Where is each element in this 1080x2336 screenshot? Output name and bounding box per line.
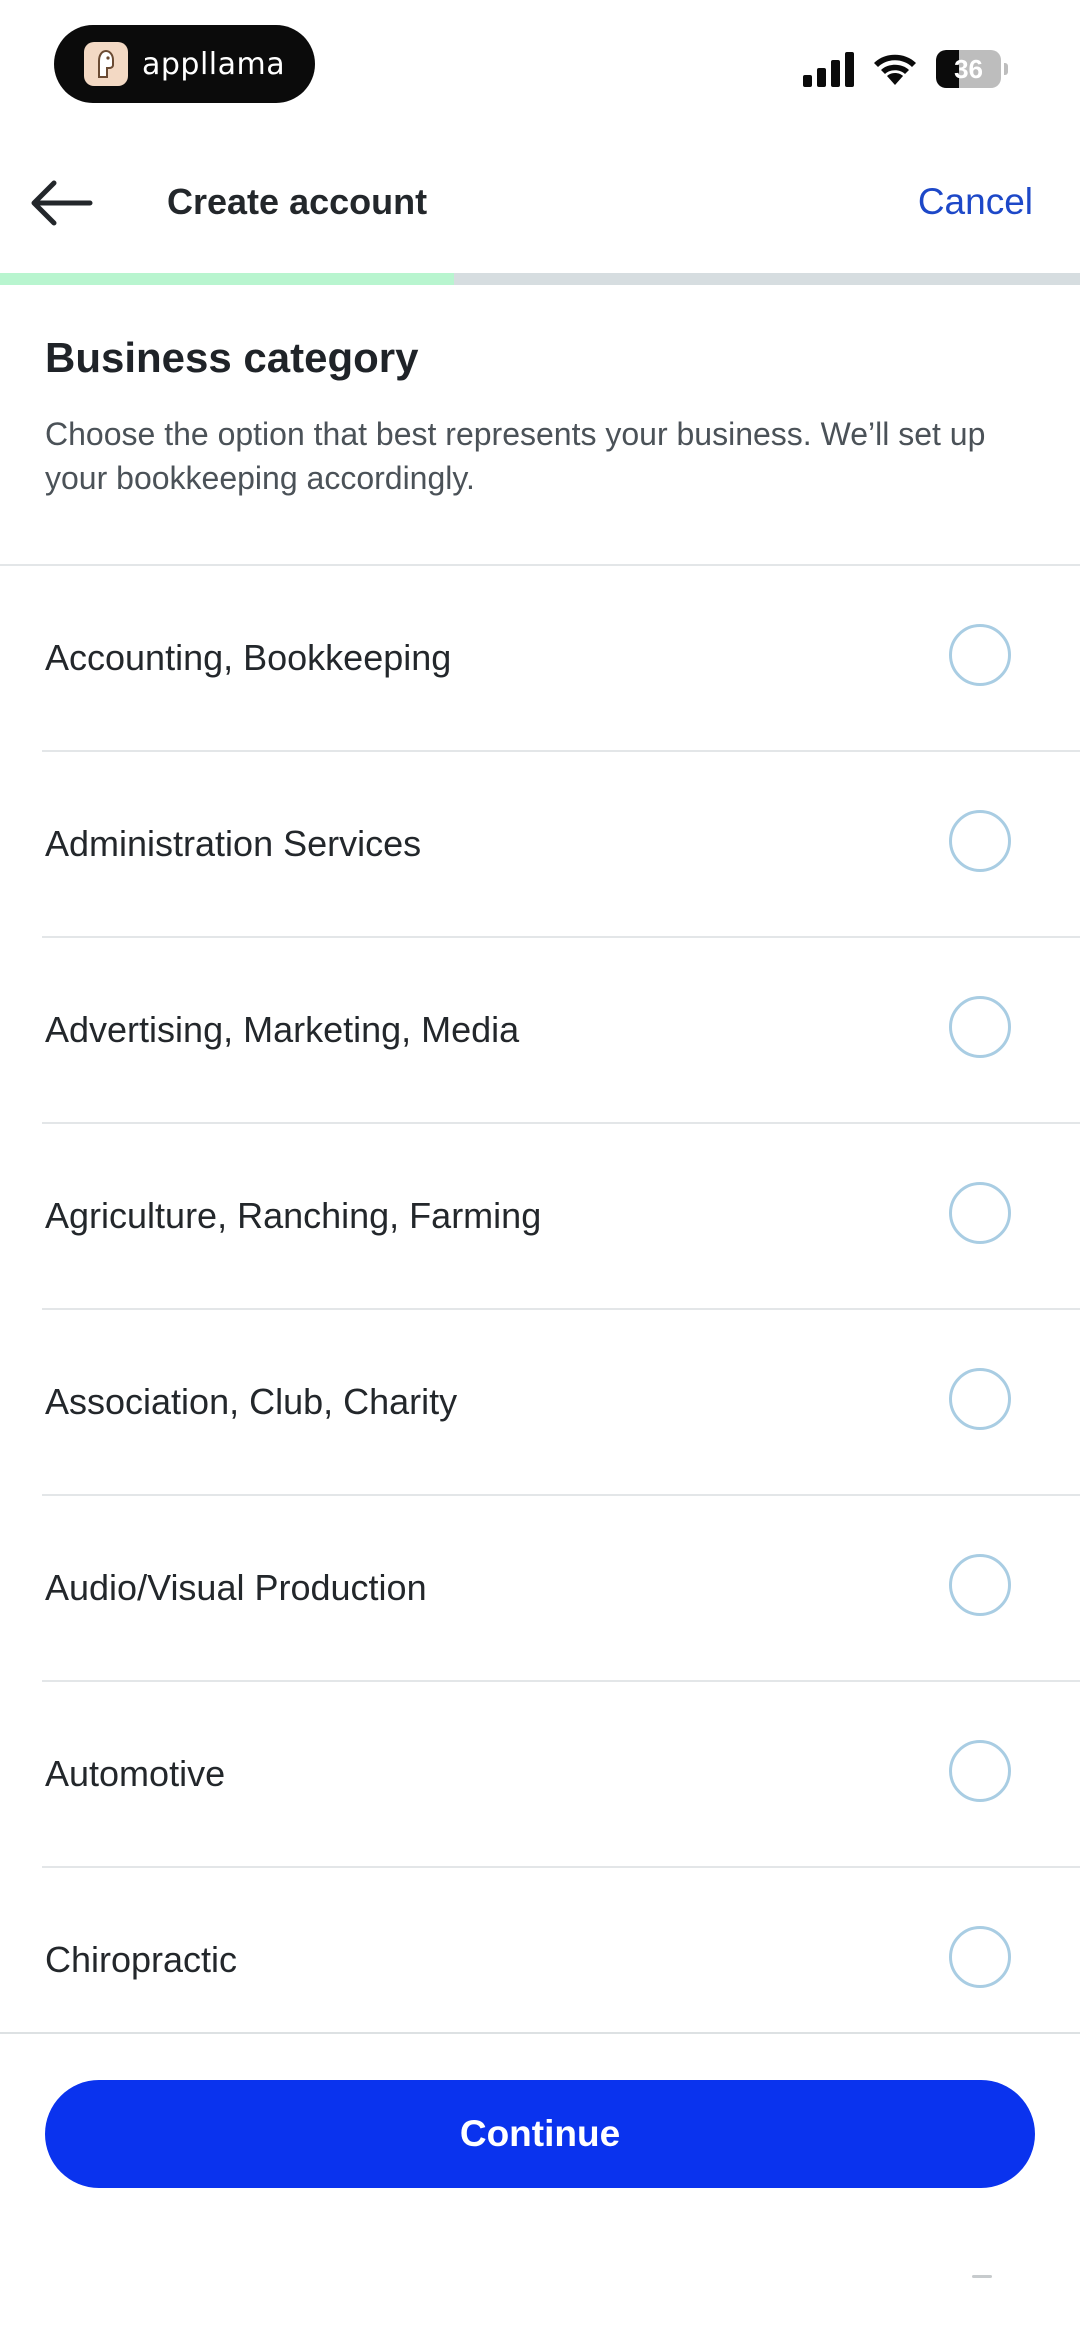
option-item[interactable]: Agriculture, Ranching, Farming (42, 1124, 1080, 1310)
radio-button[interactable] (949, 1368, 1011, 1430)
radio-button[interactable] (949, 1740, 1011, 1802)
option-label: Administration Services (45, 823, 422, 864)
option-item[interactable]: Advertising, Marketing, Media (42, 938, 1080, 1124)
business-category-list: Accounting, Bookkeeping Administration S… (0, 566, 1080, 2052)
battery-level: 36 (954, 53, 983, 84)
option-item[interactable]: Chiropractic (42, 1868, 1080, 2052)
top-nav-bar: Create account Cancel (0, 140, 1080, 276)
section-description: Choose the option that best represents y… (45, 416, 986, 496)
wifi-icon (874, 54, 916, 85)
option-item[interactable]: Audio/Visual Production (42, 1496, 1080, 1682)
option-item[interactable]: Association, Club, Charity (42, 1310, 1080, 1496)
option-item[interactable]: Administration Services (42, 752, 1080, 938)
option-item[interactable]: Automotive (42, 1682, 1080, 1868)
progress-fill (0, 273, 454, 285)
battery-icon: 36 (936, 50, 1008, 88)
arrow-left-icon (31, 180, 93, 226)
option-label: Audio/Visual Production (45, 1567, 427, 1608)
cellular-signal-icon (803, 51, 854, 87)
status-bar: appllama 36 (0, 0, 1080, 140)
radio-button[interactable] (949, 1926, 1011, 1988)
radio-button[interactable] (949, 810, 1011, 872)
option-label: Accounting, Bookkeeping (45, 637, 452, 678)
progress-bar (0, 273, 1080, 285)
radio-button[interactable] (949, 1182, 1011, 1244)
option-label: Agriculture, Ranching, Farming (45, 1195, 542, 1236)
option-item[interactable]: Accounting, Bookkeeping (42, 566, 1080, 752)
option-label: Advertising, Marketing, Media (45, 1009, 520, 1050)
option-label: Chiropractic (45, 1939, 238, 1980)
option-label: Association, Club, Charity (45, 1381, 458, 1422)
status-icons: 36 (803, 48, 1008, 90)
page-title: Create account (167, 181, 428, 222)
section-title: Business category (45, 334, 419, 381)
option-label: Automotive (45, 1753, 226, 1794)
cancel-button[interactable]: Cancel (918, 170, 1033, 234)
radio-button[interactable] (949, 996, 1011, 1058)
radio-button[interactable] (949, 624, 1011, 686)
footer-divider (0, 2032, 1080, 2034)
home-indicator (972, 2275, 992, 2278)
brand-badge: appllama (54, 25, 315, 103)
back-button[interactable] (24, 166, 98, 240)
continue-button[interactable]: Continue (45, 2080, 1035, 2188)
radio-button[interactable] (949, 1554, 1011, 1616)
brand-name: appllama (142, 46, 286, 82)
llama-logo-icon (84, 42, 128, 86)
